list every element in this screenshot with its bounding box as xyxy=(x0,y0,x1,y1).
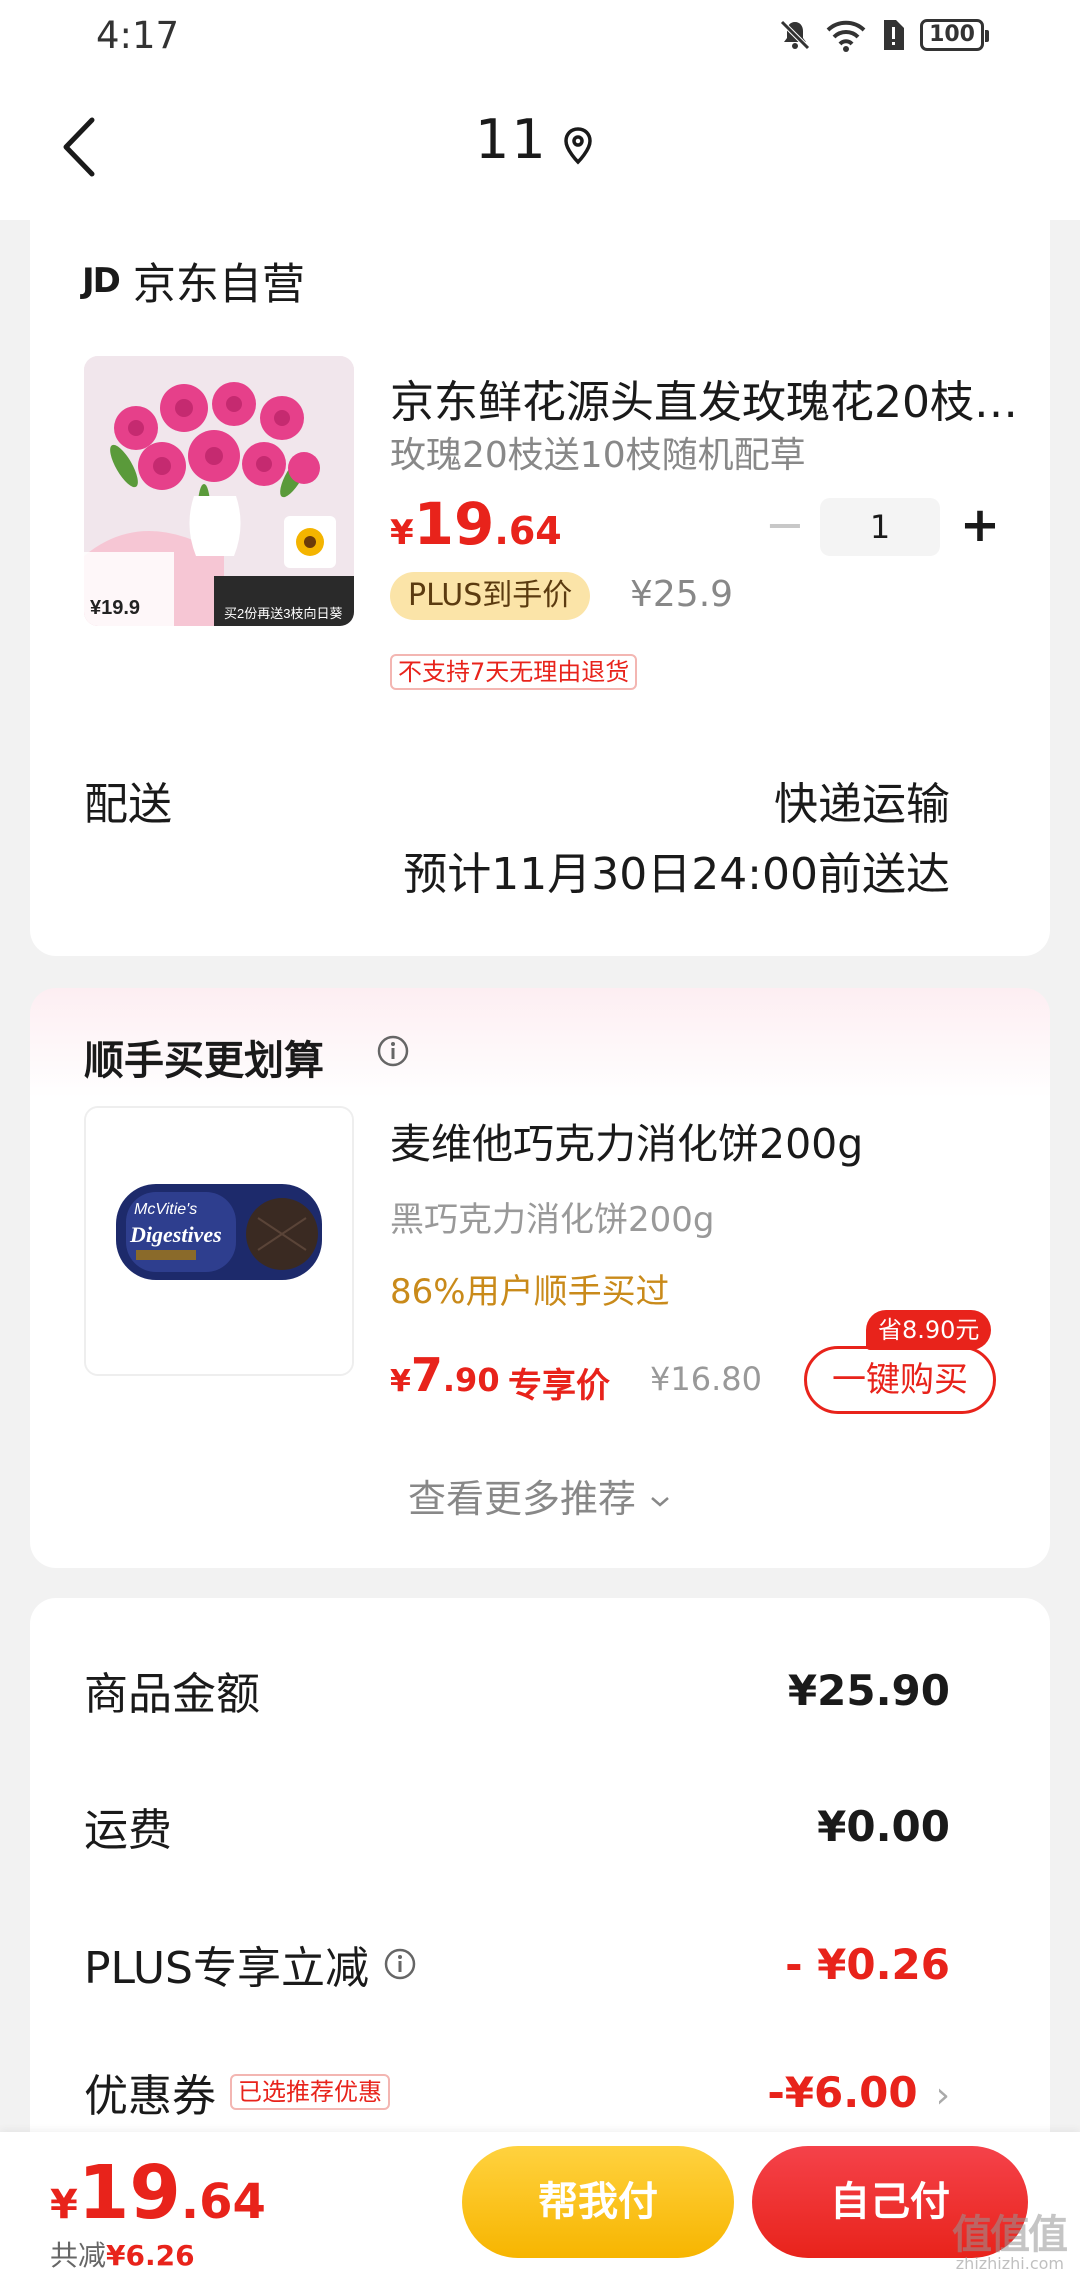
chevron-down-icon xyxy=(651,1496,669,1507)
see-more-recommendations[interactable]: 查看更多推荐 xyxy=(30,1468,1050,1523)
total-decimal: .64 xyxy=(180,2174,266,2230)
rec-price-currency: ¥ xyxy=(390,1364,411,1399)
recommend-item-title[interactable]: 麦维他巧克力消化饼200g xyxy=(390,1110,863,1170)
price-decimal: .64 xyxy=(494,509,562,553)
coupon-tag: 已选推荐优惠 xyxy=(230,2074,390,2110)
product-price: ¥19.64 xyxy=(390,490,562,558)
summary-row-plus-discount[interactable]: PLUS专享立减 - ¥0.26 xyxy=(84,1932,950,1996)
summary-value: ¥25.90 xyxy=(787,1665,950,1715)
pack-product: Digestives xyxy=(129,1222,222,1247)
recommend-original-price: ¥16.80 xyxy=(650,1360,762,1398)
product-card: JD 京东自营 ¥19.9 买2份再送3枝向日葵 京东鲜花源头直发玫瑰花20枝送… xyxy=(30,220,1050,956)
total-integer: 19 xyxy=(77,2150,181,2236)
summary-value: -¥6.00 xyxy=(767,2067,918,2117)
summary-value: - ¥0.26 xyxy=(785,1939,950,1989)
summary-label-group: PLUS专享立减 xyxy=(84,1932,417,1996)
recommend-social-proof: 86%用户顺手买过 xyxy=(390,1272,670,1312)
recommend-item-spec: 黑巧克力消化饼200g xyxy=(390,1200,715,1240)
saved-label: 共减 xyxy=(50,2239,107,2272)
status-time: 4:17 xyxy=(96,14,180,57)
checkout-bar: ¥19.64 共减¥6.26 帮我付 自己付 值值值 zhizhizhi.com xyxy=(0,2132,1080,2280)
image-promo-price: ¥19.9 xyxy=(90,597,140,619)
delivery-eta[interactable]: 预计11月30日24:00前送达 xyxy=(403,838,950,902)
shop-row[interactable]: JD 京东自营 xyxy=(82,250,305,312)
summary-row-shipping: 运费 ¥0.00 xyxy=(84,1794,950,1858)
original-price: ¥25.9 xyxy=(630,574,734,615)
pack-brand: McVitie's xyxy=(134,1201,197,1218)
summary-row-goods: 商品金额 ¥25.90 xyxy=(84,1658,950,1722)
status-icons: 100 xyxy=(778,18,989,52)
watermark-logo: 值值值 xyxy=(952,2212,1068,2258)
summary-label: PLUS专享立减 xyxy=(84,1943,369,1994)
quantity-stepper: − 1 + xyxy=(750,498,1020,556)
save-amount-tag: 省8.90元 xyxy=(866,1310,992,1350)
status-bar: 4:17 100 xyxy=(0,0,1080,72)
summary-label: 优惠券 xyxy=(84,2071,216,2122)
recommend-card: 顺手买更划算 McVitie's Digestives 麦维他巧克力消化饼200… xyxy=(30,988,1050,1568)
qty-input[interactable]: 1 xyxy=(820,498,940,556)
battery-icon: 100 xyxy=(920,19,989,51)
recommend-price: ¥7.90 xyxy=(390,1348,500,1402)
total-currency: ¥ xyxy=(50,2182,78,2228)
mute-bell-icon xyxy=(780,20,810,50)
plus-price-badge: PLUS到手价 xyxy=(390,572,591,620)
recommend-product-image[interactable]: McVitie's Digestives xyxy=(84,1106,354,1376)
watermark-url: zhizhizhi.com xyxy=(955,2254,1064,2273)
product-spec[interactable]: 玫瑰20枝送10枝随机配草 xyxy=(390,426,806,478)
recommend-title: 顺手买更划算 xyxy=(84,1038,324,1084)
price-currency: ¥ xyxy=(390,513,414,553)
total-price: ¥19.64 xyxy=(50,2150,266,2236)
exclusive-price-label: 专享价 xyxy=(508,1366,610,1406)
no-return-tag: 不支持7天无理由退货 xyxy=(390,654,638,690)
summary-label: 商品金额 xyxy=(84,1669,260,1720)
location-pin-icon[interactable] xyxy=(561,126,595,166)
delivery-method[interactable]: 快递运输 xyxy=(774,768,950,832)
delivery-label: 配送 xyxy=(84,779,172,830)
shop-name: 京东自营 xyxy=(132,260,305,310)
one-click-buy-button[interactable]: 一键购买 xyxy=(804,1346,996,1414)
rec-price-integer: 7 xyxy=(410,1348,443,1402)
summary-row-coupon[interactable]: 优惠券 已选推荐优惠 -¥6.00 › xyxy=(84,2060,950,2124)
qty-increase-button[interactable]: + xyxy=(940,499,1020,555)
product-title[interactable]: 京东鲜花源头直发玫瑰花20枝送10枝随机配草 xyxy=(390,366,1020,430)
product-image[interactable]: ¥19.9 买2份再送3枝向日葵 xyxy=(84,356,354,626)
wifi-icon xyxy=(826,20,866,52)
page-title: 11 xyxy=(475,108,548,171)
back-button[interactable] xyxy=(50,112,110,182)
total-saved[interactable]: 共减¥6.26 xyxy=(50,2234,195,2274)
header: 11 xyxy=(0,72,1080,220)
image-caption: 买2份再送3枝向日葵 xyxy=(224,606,342,621)
saved-value: ¥6.26 xyxy=(106,2239,195,2272)
summary-label: 运费 xyxy=(84,1805,172,1856)
qty-decrease-button[interactable]: − xyxy=(750,499,820,555)
info-icon[interactable] xyxy=(376,1034,410,1068)
order-summary-card: 商品金额 ¥25.90 运费 ¥0.00 PLUS专享立减 - ¥0.26 优惠… xyxy=(30,1598,1050,2158)
help-pay-button[interactable]: 帮我付 xyxy=(462,2146,734,2258)
rec-price-decimal: .90 xyxy=(442,1361,500,1399)
summary-label-group: 优惠券 已选推荐优惠 xyxy=(84,2060,390,2124)
sim-alert-icon xyxy=(884,20,905,50)
info-icon[interactable] xyxy=(383,1947,417,1981)
chevron-right-icon: › xyxy=(935,2074,950,2116)
summary-value: ¥0.00 xyxy=(817,1801,950,1851)
see-more-label: 查看更多推荐 xyxy=(407,1477,636,1521)
rose-bouquet-image: ¥19.9 买2份再送3枝向日葵 xyxy=(84,356,354,626)
jd-logo: JD xyxy=(82,261,121,301)
price-integer: 19 xyxy=(413,490,495,558)
summary-value-group: -¥6.00 › xyxy=(767,2068,950,2117)
biscuit-pack-image: McVitie's Digestives xyxy=(86,1108,352,1374)
